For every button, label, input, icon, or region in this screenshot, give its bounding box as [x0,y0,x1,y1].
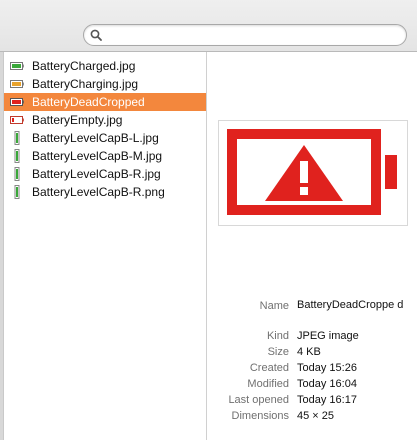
info-name-row: Name BatteryDeadCroppe d [208,298,417,328]
battery-charging-icon [10,80,24,88]
battery-dead-image [219,121,407,225]
file-name: BatteryCharging.jpg [32,77,139,91]
info-value: JPEG image [297,330,359,342]
info-label: Size [267,346,289,358]
battery-cap-icon [14,149,20,163]
file-list-column: BatteryCharged.jpg BatteryCharging.jpg B… [4,52,207,440]
info-label: Name [259,300,289,312]
list-item[interactable]: BatteryLevelCapB-R.png [4,183,206,201]
info-value: Today 16:17 [297,394,357,406]
info-label: Kind [266,330,289,342]
battery-cap-icon [14,185,20,199]
battery-cap-icon [14,131,20,145]
info-label: Dimensions [231,410,289,422]
preview-pane: Name BatteryDeadCroppe d Kind JPEG image… [208,52,417,440]
info-value: Today 16:04 [297,378,357,390]
list-item[interactable]: BatteryLevelCapB-R.jpg [4,165,206,183]
info-kind-row: Kind JPEG image [208,328,417,344]
list-item[interactable]: BatteryCharging.jpg [4,75,206,93]
info-opened-row: Last opened Today 16:17 [208,392,417,408]
file-info: Name BatteryDeadCroppe d Kind JPEG image… [208,298,417,424]
list-item-selected[interactable]: BatteryDeadCropped [4,93,206,111]
info-dimensions-row: Dimensions 45 × 25 [208,408,417,424]
battery-cap-icon [14,167,20,181]
info-label: Created [249,362,289,374]
file-name: BatteryEmpty.jpg [32,113,123,127]
info-modified-row: Modified Today 16:04 [208,376,417,392]
search-field[interactable] [83,24,407,46]
info-size-row: Size 4 KB [208,344,417,360]
info-created-row: Created Today 15:26 [208,360,417,376]
file-name: BatteryLevelCapB-R.jpg [32,167,161,181]
info-label: Modified [247,378,289,390]
info-value: 4 KB [297,346,321,358]
info-value: Today 15:26 [297,362,357,374]
list-item[interactable]: BatteryCharged.jpg [4,57,206,75]
battery-empty-icon [10,116,24,124]
image-preview [218,120,408,226]
battery-dead-icon [10,98,24,106]
list-item[interactable]: BatteryEmpty.jpg [4,111,206,129]
toolbar [0,0,417,52]
search-icon [90,29,102,41]
file-name: BatteryLevelCapB-M.jpg [32,149,163,163]
info-value: BatteryDeadCroppe d [297,299,404,311]
list-item[interactable]: BatteryLevelCapB-L.jpg [4,129,206,147]
battery-charged-icon [10,62,24,70]
list-item[interactable]: BatteryLevelCapB-M.jpg [4,147,206,165]
search-input[interactable] [106,27,396,43]
file-name: BatteryCharged.jpg [32,59,136,73]
info-value: 45 × 25 [297,410,335,422]
info-label: Last opened [228,394,289,406]
file-name: BatteryLevelCapB-R.png [32,185,165,199]
file-name: BatteryLevelCapB-L.jpg [32,131,159,145]
file-name: BatteryDeadCropped [32,95,145,109]
